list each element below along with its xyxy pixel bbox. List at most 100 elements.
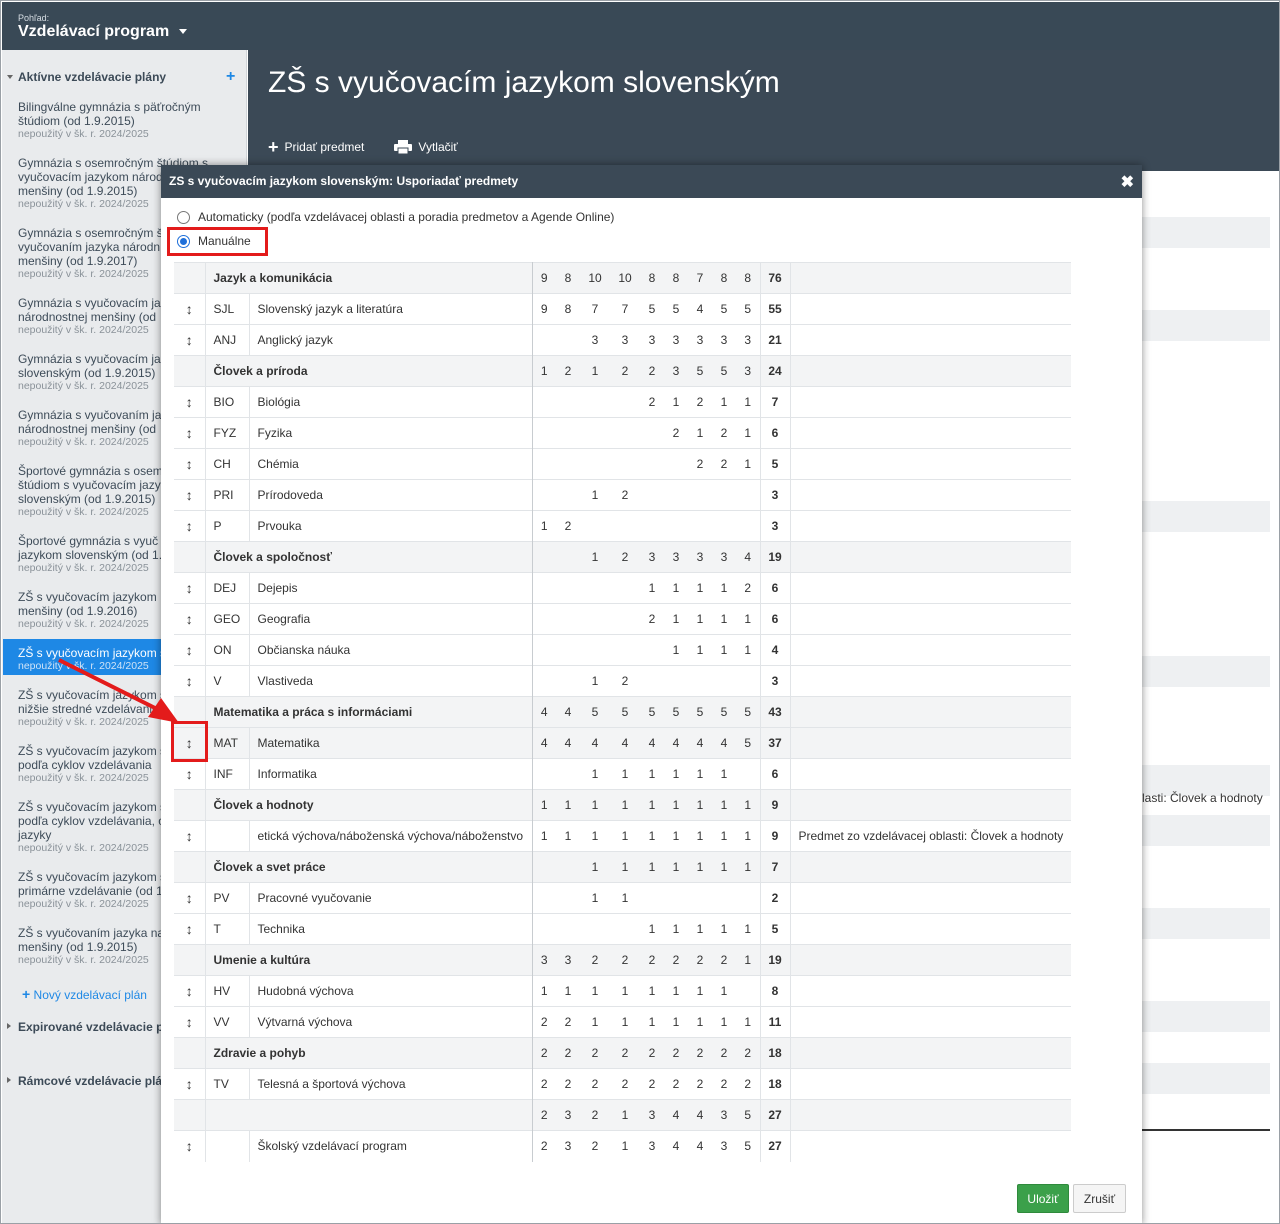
row-handle-cell[interactable]: ↕ (174, 882, 206, 914)
subject-note (790, 293, 1071, 325)
row-handle-cell[interactable]: ↕ (174, 603, 206, 635)
save-button[interactable]: Uložiť (1017, 1184, 1069, 1213)
drag-handle-icon[interactable]: ↕ (186, 1014, 193, 1030)
subject-row[interactable]: ↕ TV Telesná a športová výchova 2 2 2 2 2 2 2 2 2 18 (174, 1068, 1071, 1100)
subject-row[interactable]: ↕ MAT Matematika 4 4 4 4 4 4 4 4 5 37 (174, 727, 1071, 759)
hours-cell (532, 479, 556, 511)
hours-cell: 2 (640, 355, 664, 387)
subject-row[interactable]: ↕ Školský vzdelávací program 2 3 2 1 3 4 4 3 5 27 (174, 1130, 1071, 1162)
close-icon[interactable]: ✖ (1121, 172, 1134, 192)
row-handle-cell[interactable]: ↕ (174, 572, 206, 604)
subject-row[interactable]: ↕ ON Občianska náuka 1 1 1 1 4 (174, 634, 1071, 666)
cancel-button[interactable]: Zrušiť (1073, 1184, 1126, 1213)
chevron-right-icon[interactable] (7, 1077, 11, 1083)
subject-note (790, 603, 1071, 635)
radio-automatic[interactable] (177, 210, 190, 224)
option-automatic[interactable]: Automaticky (podľa vzdelávacej oblasti a… (177, 210, 614, 224)
drag-handle-icon[interactable]: ↕ (186, 1138, 193, 1154)
drag-handle-icon[interactable]: ↕ (186, 673, 193, 689)
sidebar-item[interactable]: Bilingválne gymnázia s päťročným štúdiom… (3, 100, 246, 141)
hours-cell: 5 (664, 293, 688, 325)
new-plan-link[interactable]: + Nový vzdelávací plán (22, 986, 147, 1002)
row-handle-cell[interactable]: ↕ (174, 758, 206, 790)
subject-row[interactable]: ↕ SJL Slovenský jazyk a literatúra 9 8 7 7 5 5 4 5… (174, 293, 1071, 325)
print-button[interactable]: Vytlačiť (394, 140, 458, 154)
drag-handle-icon[interactable]: ↕ (186, 580, 193, 596)
sidebar-section-active[interactable]: Aktívne vzdelávacie plány (18, 70, 166, 84)
row-handle-cell[interactable]: ↕ (174, 913, 206, 945)
subject-row[interactable]: ↕ ANJ Anglický jazyk 3 3 3 3 3 3 3 21 (174, 324, 1071, 356)
background-table (1142, 171, 1279, 1223)
add-subject-button[interactable]: + Pridať predmet (268, 138, 364, 156)
subject-row[interactable]: ↕ VV Výtvarná výchova 2 2 1 1 1 1 1 1 1 11 (174, 1006, 1071, 1038)
chevron-right-icon[interactable] (7, 1023, 11, 1029)
hours-cell: 4 (556, 696, 580, 728)
chevron-down-icon[interactable] (7, 75, 13, 79)
row-handle-cell[interactable]: ↕ (174, 1068, 206, 1100)
subject-row[interactable]: ↕ T Technika 1 1 1 1 1 5 (174, 913, 1071, 945)
subject-row[interactable]: ↕ GEO Geografia 2 1 1 1 1 6 (174, 603, 1071, 635)
hours-cell: 2 (532, 1006, 556, 1038)
sidebar-section-framework[interactable]: Rámcové vzdelávacie plá (18, 1074, 162, 1088)
subject-code: CH (205, 448, 250, 480)
drag-handle-icon[interactable]: ↕ (186, 611, 193, 627)
drag-handle-icon[interactable]: ↕ (186, 487, 193, 503)
subject-row[interactable]: ↕ CH Chémia 2 2 1 5 (174, 448, 1071, 480)
drag-handle-icon[interactable]: ↕ (186, 983, 193, 999)
row-handle-cell[interactable]: ↕ (174, 1130, 206, 1162)
hours-total: 7 (759, 851, 791, 883)
subject-code: PV (205, 882, 250, 914)
view-selector[interactable]: Vzdelávací program (18, 23, 169, 41)
subject-row[interactable]: ↕ BIO Biológia 2 1 2 1 1 7 (174, 386, 1071, 418)
drag-handle-icon[interactable]: ↕ (186, 301, 193, 317)
row-handle-cell[interactable]: ↕ (174, 975, 206, 1007)
subject-row[interactable]: ↕ INF Informatika 1 1 1 1 1 1 6 (174, 758, 1071, 790)
subject-row[interactable]: ↕ PRI Prírodoveda 1 2 3 (174, 479, 1071, 511)
subject-row[interactable]: ↕ etická výchova/náboženská výchova/nábož… (174, 820, 1071, 852)
drag-handle-icon[interactable]: ↕ (186, 425, 193, 441)
drag-handle-icon[interactable]: ↕ (186, 828, 193, 844)
hours-cell (736, 510, 760, 542)
subject-note (790, 882, 1071, 914)
row-handle-cell[interactable]: ↕ (174, 386, 206, 418)
subject-code: INF (205, 758, 250, 790)
drag-handle-icon[interactable]: ↕ (186, 394, 193, 410)
row-handle-cell[interactable]: ↕ (174, 324, 206, 356)
hours-cell: 1 (580, 882, 610, 914)
row-handle-cell[interactable]: ↕ (174, 665, 206, 697)
hours-cell (532, 758, 556, 790)
row-handle-cell[interactable]: ↕ (174, 479, 206, 511)
row-handle-cell[interactable]: ↕ (174, 293, 206, 325)
drag-handle-icon[interactable]: ↕ (186, 456, 193, 472)
sidebar-section-expired[interactable]: Expirované vzdelávacie p (18, 1020, 163, 1034)
subject-row[interactable]: ↕ DEJ Dejepis 1 1 1 1 2 6 (174, 572, 1071, 604)
row-handle-cell[interactable]: ↕ (174, 448, 206, 480)
subject-row[interactable]: ↕ FYZ Fyzika 2 1 2 1 6 (174, 417, 1071, 449)
subject-row[interactable]: ↕ PV Pracovné vyučovanie 1 1 2 (174, 882, 1071, 914)
drag-handle-icon[interactable]: ↕ (186, 766, 193, 782)
row-handle-cell[interactable]: ↕ (174, 510, 206, 542)
row-handle-cell[interactable]: ↕ (174, 417, 206, 449)
row-handle-cell[interactable]: ↕ (174, 1006, 206, 1038)
drag-handle-icon[interactable]: ↕ (186, 921, 193, 937)
row-handle-cell[interactable]: ↕ (174, 634, 206, 666)
drag-handle-icon[interactable]: ↕ (186, 642, 193, 658)
row-handle-cell (174, 541, 206, 573)
hours-cell: 2 (556, 510, 580, 542)
drag-handle-icon[interactable]: ↕ (186, 518, 193, 534)
hours-cell: 3 (556, 944, 580, 976)
hours-cell: 1 (688, 572, 712, 604)
drag-handle-icon[interactable]: ↕ (186, 890, 193, 906)
chevron-down-icon[interactable] (179, 29, 187, 34)
hours-cell: 2 (688, 944, 712, 976)
drag-handle-icon[interactable]: ↕ (186, 332, 193, 348)
hours-cell: 8 (556, 262, 580, 294)
subject-row[interactable]: ↕ P Prvouka 1 2 3 (174, 510, 1071, 542)
subject-row[interactable]: ↕ HV Hudobná výchova 1 1 1 1 1 1 1 1 8 (174, 975, 1071, 1007)
drag-handle-icon[interactable]: ↕ (186, 1076, 193, 1092)
hours-cell: 1 (610, 1006, 640, 1038)
hours-total: 11 (759, 1006, 791, 1038)
add-plan-icon[interactable]: + (226, 68, 235, 86)
row-handle-cell[interactable]: ↕ (174, 820, 206, 852)
subject-row[interactable]: ↕ V Vlastiveda 1 2 3 (174, 665, 1071, 697)
